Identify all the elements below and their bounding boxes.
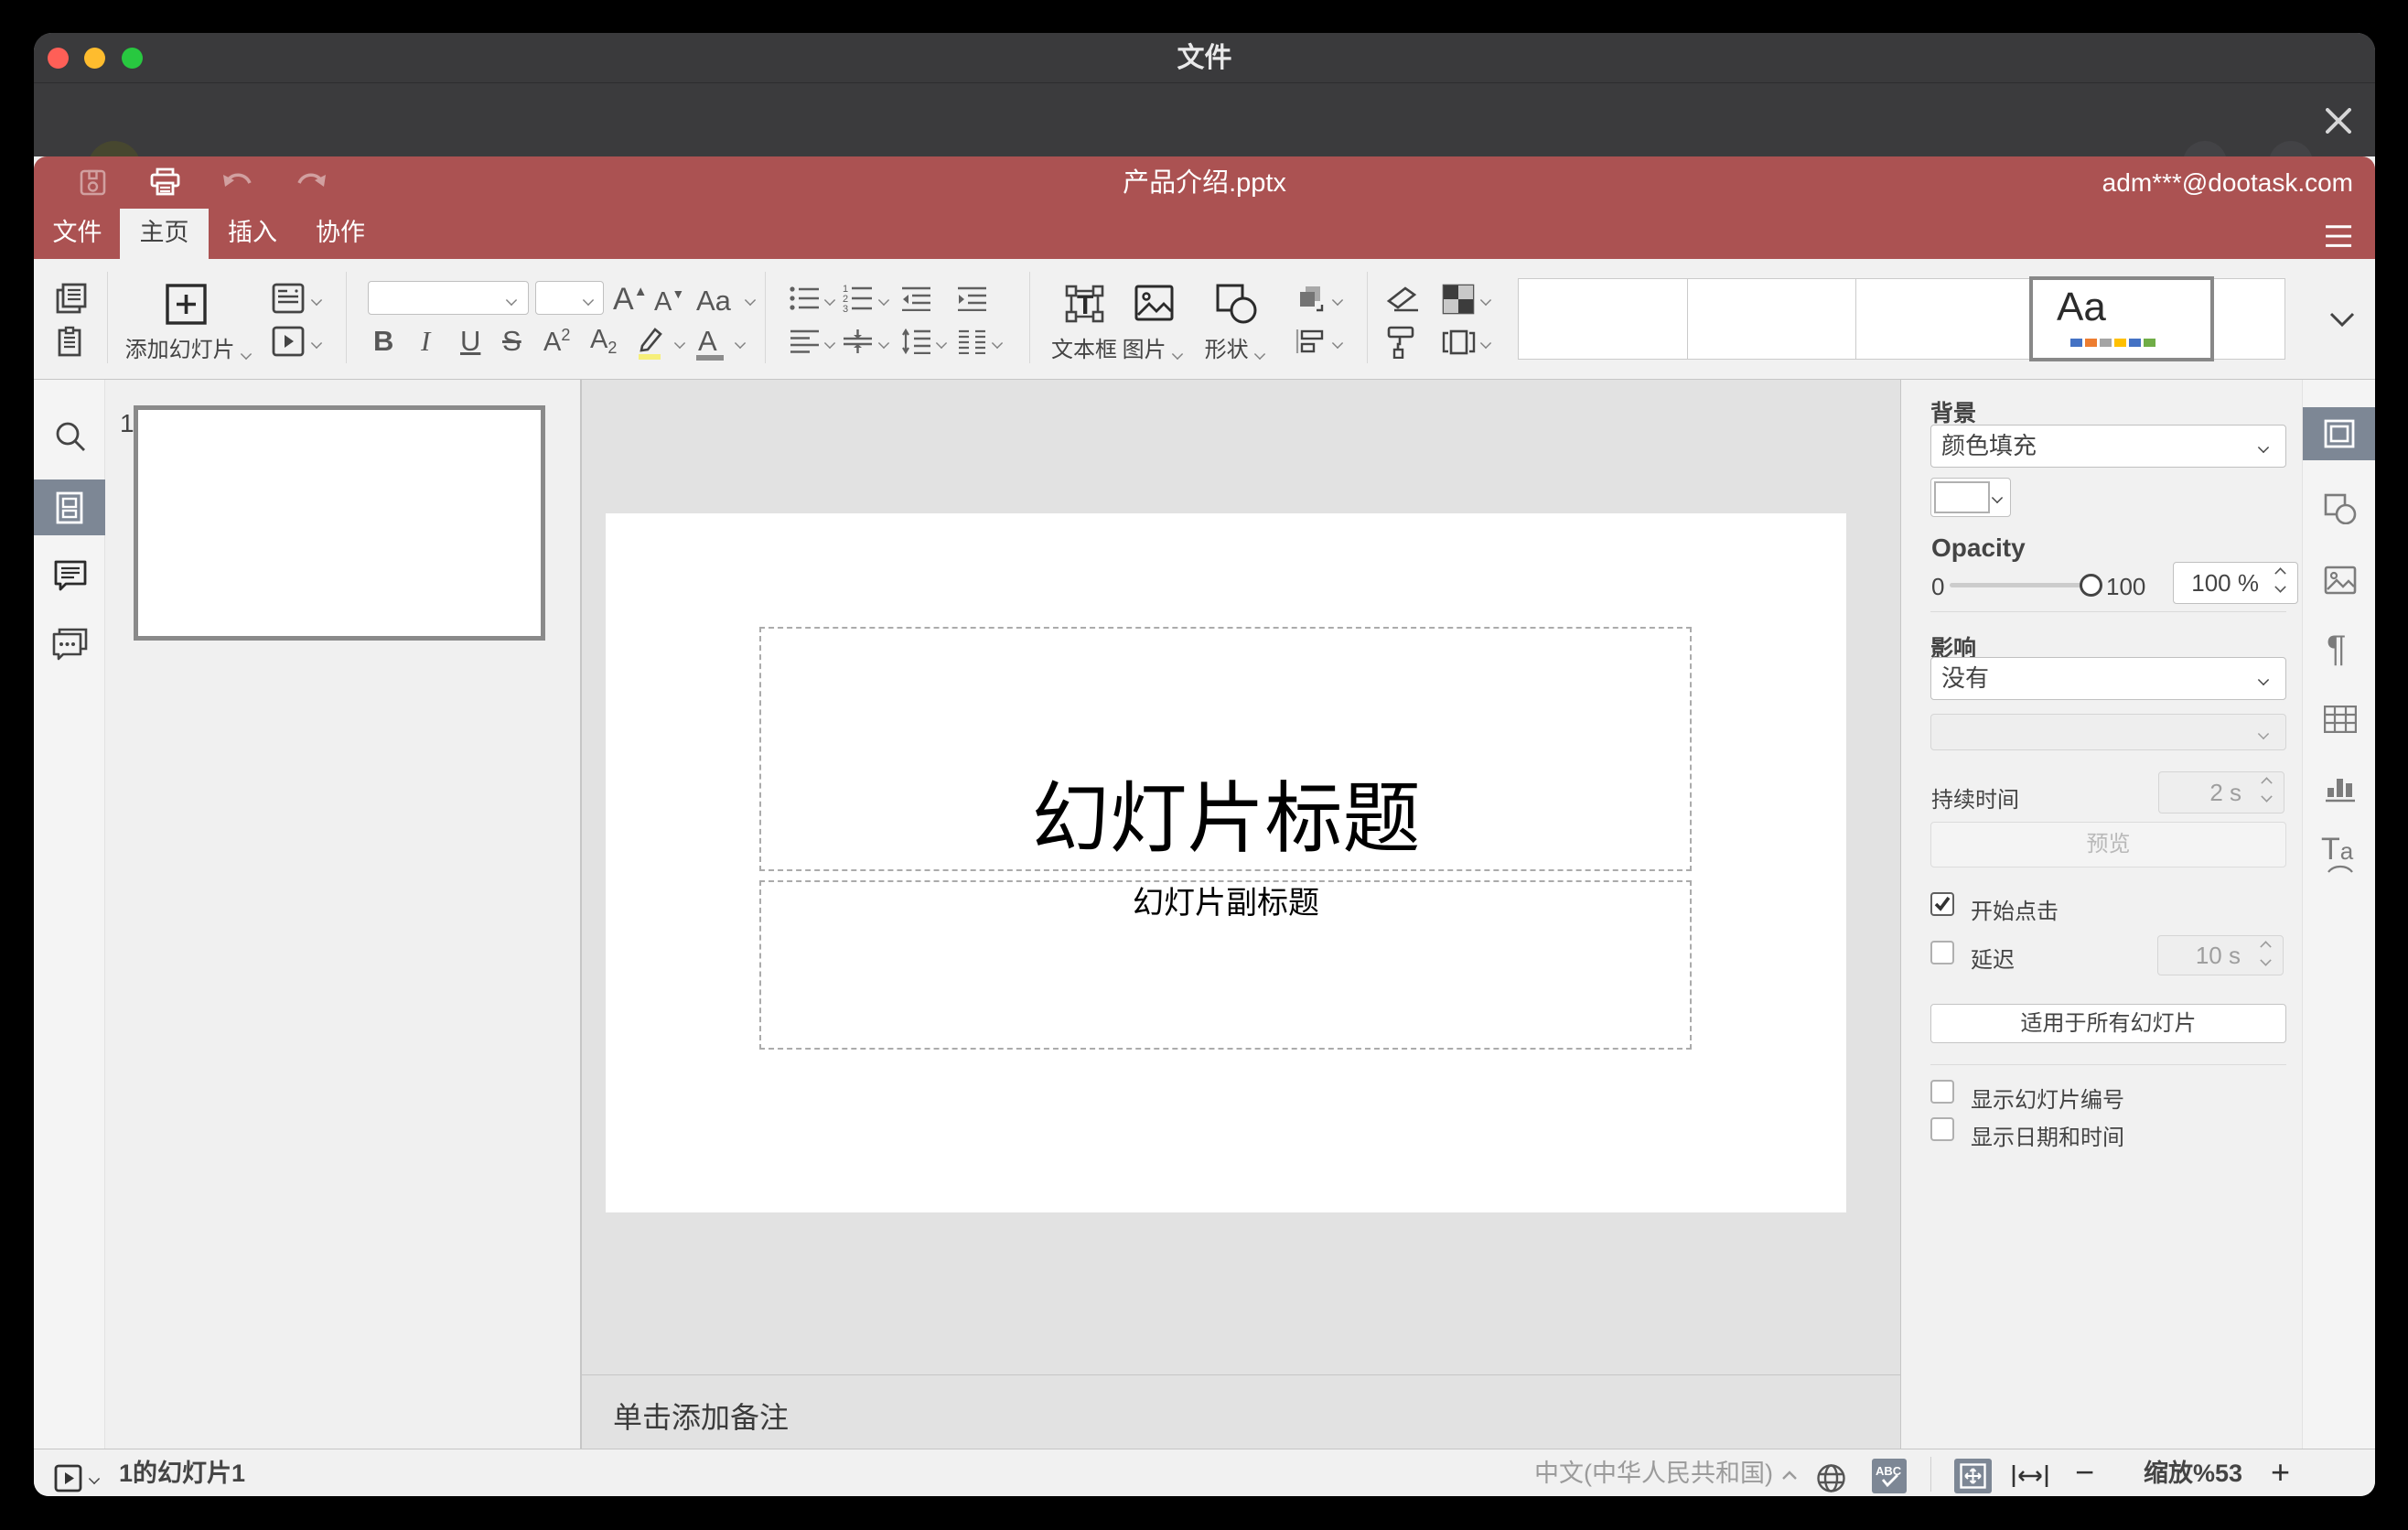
svg-text:3: 3 [843,304,848,313]
svg-text:T: T [1077,290,1093,320]
